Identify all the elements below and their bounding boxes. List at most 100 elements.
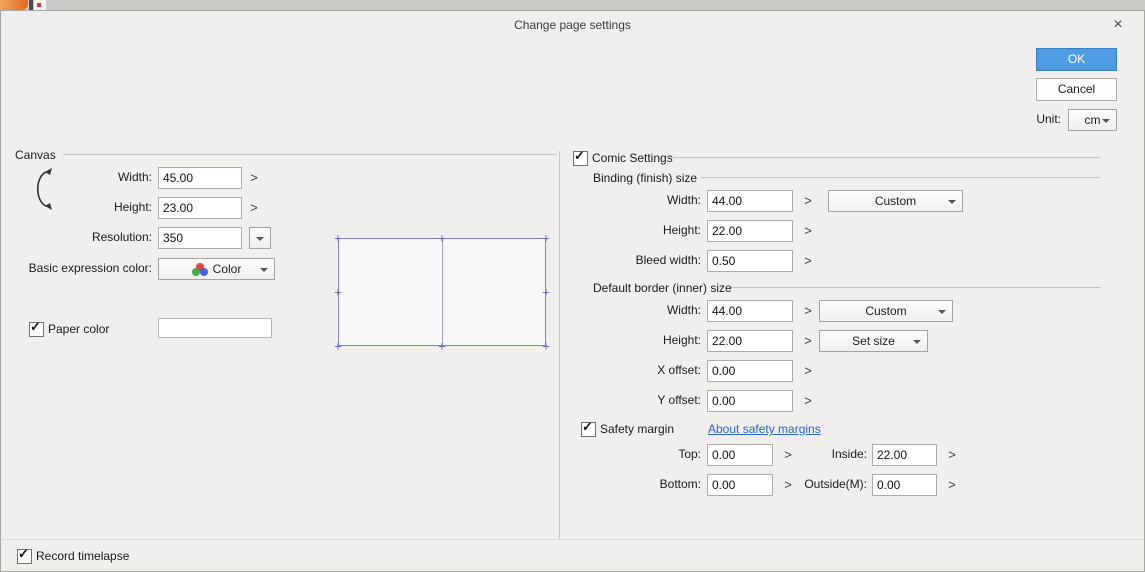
chevron-down-icon (913, 340, 921, 344)
binding-width-expand-button[interactable]: > (799, 190, 817, 212)
crop-mark-icon: + (334, 338, 342, 354)
border-height-input[interactable] (707, 330, 793, 352)
canvas-group-label: Canvas (15, 148, 56, 162)
crop-mark-icon: + (334, 230, 342, 246)
crop-mark-icon: + (542, 230, 550, 246)
color-mode-icon (191, 262, 208, 276)
canvas-resolution-label: Resolution: (91, 230, 152, 244)
x-offset-expand-button[interactable]: > (799, 360, 817, 382)
comic-settings-line (667, 157, 1101, 158)
canvas-width-expand-button[interactable]: > (245, 167, 263, 189)
border-width-input[interactable] (707, 300, 793, 322)
record-timelapse-checkbox[interactable]: ✓ (17, 546, 32, 564)
crop-mark-icon: + (542, 338, 550, 354)
panel-divider (559, 151, 560, 539)
check-icon: ✓ (18, 546, 29, 561)
safety-outside-expand-button[interactable]: > (943, 474, 961, 496)
chevron-down-icon (256, 237, 264, 241)
safety-margin-checkbox[interactable]: ✓ (581, 419, 596, 437)
border-width-label: Width: (666, 303, 701, 317)
border-size-preset-value: Custom (865, 304, 907, 318)
canvas-resolution-dropdown-button[interactable] (249, 227, 271, 249)
check-icon: ✓ (574, 148, 585, 163)
page-preview: + + + + + + + + (326, 226, 558, 358)
binding-size-preset-select[interactable]: Custom (828, 190, 963, 212)
border-size-mode-select[interactable]: Set size (819, 330, 928, 352)
bleed-width-label: Bleed width: (635, 253, 701, 267)
default-border-line (731, 287, 1101, 288)
default-border-label: Default border (inner) size (593, 281, 732, 295)
safety-top-label: Top: (678, 447, 701, 461)
crop-mark-icon: + (542, 284, 550, 300)
crop-mark-icon: + (438, 230, 446, 246)
x-offset-input[interactable] (707, 360, 793, 382)
y-offset-expand-button[interactable]: > (799, 390, 817, 412)
canvas-group-line (63, 154, 557, 155)
chevron-down-icon (948, 200, 956, 204)
border-size-mode-value: Set size (852, 334, 895, 348)
border-height-label: Height: (662, 333, 701, 347)
unit-label: Unit: (1036, 112, 1061, 126)
safety-bottom-input[interactable] (707, 474, 773, 496)
safety-inside-expand-button[interactable]: > (943, 444, 961, 466)
chevron-right-icon: > (804, 193, 812, 208)
comic-settings-checkbox[interactable]: ✓ (573, 148, 588, 166)
chevron-right-icon: > (804, 253, 812, 268)
ok-button[interactable]: OK (1036, 48, 1117, 71)
binding-size-line (701, 177, 1101, 178)
safety-outside-input[interactable] (872, 474, 937, 496)
safety-margin-label: Safety margin (600, 422, 675, 436)
chevron-down-icon (1102, 119, 1110, 123)
binding-height-label: Height: (662, 223, 701, 237)
canvas-height-label: Height: (113, 200, 152, 214)
chevron-right-icon: > (804, 303, 812, 318)
canvas-width-input[interactable] (158, 167, 242, 189)
chevron-right-icon: > (948, 447, 956, 462)
paper-color-swatch[interactable] (158, 318, 272, 338)
dialog-title: Change page settings (514, 18, 631, 32)
background-logo-shape (0, 0, 28, 10)
y-offset-input[interactable] (707, 390, 793, 412)
crop-mark-icon: + (438, 338, 446, 354)
expression-color-value: Color (212, 262, 242, 276)
unit-select[interactable]: cm (1068, 109, 1117, 131)
paper-color-checkbox[interactable]: ✓ (29, 319, 44, 337)
binding-width-input[interactable] (707, 190, 793, 212)
safety-bottom-label: Bottom: (659, 477, 701, 491)
check-icon: ✓ (582, 419, 593, 434)
about-safety-margins-link[interactable]: About safety margins (708, 422, 821, 436)
border-size-preset-select[interactable]: Custom (819, 300, 953, 322)
footer-divider (2, 539, 1143, 540)
y-offset-label: Y offset: (657, 393, 701, 407)
preview-center-line (442, 238, 443, 346)
canvas-height-input[interactable] (158, 197, 242, 219)
border-height-expand-button[interactable]: > (799, 330, 817, 352)
binding-height-input[interactable] (707, 220, 793, 242)
chevron-right-icon: > (250, 200, 258, 215)
binding-height-expand-button[interactable]: > (799, 220, 817, 242)
crop-mark-icon: + (334, 284, 342, 300)
expression-color-select[interactable]: Color (158, 258, 275, 280)
chevron-right-icon: > (804, 393, 812, 408)
screen: Change page settings × OK Cancel Unit: c… (0, 0, 1145, 572)
background-icon-chip (34, 0, 46, 10)
binding-size-label: Binding (finish) size (593, 171, 698, 185)
border-width-expand-button[interactable]: > (799, 300, 817, 322)
background-window-sliver (0, 0, 1145, 10)
chevron-right-icon: > (948, 477, 956, 492)
canvas-resolution-input[interactable] (158, 227, 242, 249)
chevron-right-icon: > (804, 363, 812, 378)
cancel-button[interactable]: Cancel (1036, 78, 1117, 101)
binding-width-label: Width: (666, 193, 701, 207)
safety-top-input[interactable] (707, 444, 773, 466)
check-icon: ✓ (30, 319, 41, 334)
canvas-width-label: Width: (117, 170, 152, 184)
bleed-width-expand-button[interactable]: > (799, 250, 817, 272)
close-icon[interactable]: × (1105, 14, 1131, 36)
safety-outside-label: Outside(M): (804, 477, 867, 491)
bleed-width-input[interactable] (707, 250, 793, 272)
safety-inside-input[interactable] (872, 444, 937, 466)
canvas-height-expand-button[interactable]: > (245, 197, 263, 219)
chevron-down-icon (260, 268, 268, 272)
record-timelapse-label: Record timelapse (36, 549, 130, 563)
